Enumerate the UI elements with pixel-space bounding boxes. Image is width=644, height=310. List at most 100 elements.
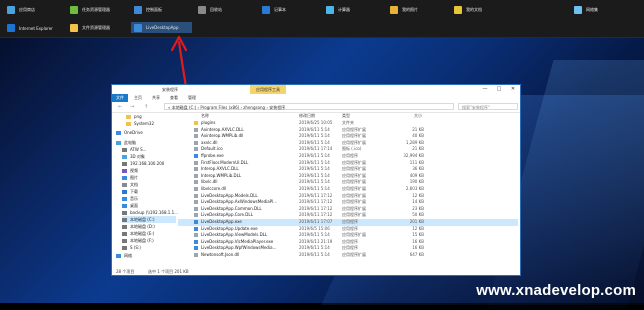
file-row[interactable]: Axinterop.WMPLib.dll 2019/6/11 5:14 应用程序扩展… bbox=[178, 133, 518, 140]
file-name: LiveDesktopApp.Common.DLL bbox=[201, 205, 262, 211]
file-size: 36 KB bbox=[412, 166, 424, 172]
sidebar-item[interactable]: 文档 bbox=[122, 181, 138, 188]
file-name: Interop.WMPLib.DLL bbox=[201, 172, 242, 178]
sidebar-item-label: S (S:) bbox=[130, 245, 141, 250]
file-row[interactable]: Interop.AXVLC.DLL 2019/6/11 5:14 应用程序扩展 36 … bbox=[178, 166, 518, 173]
file-row[interactable]: LiveDesktopApp.WpfWindowsMedia... 2019/6/… bbox=[178, 245, 518, 252]
sidebar-item[interactable]: 视频 bbox=[122, 167, 138, 174]
file-explorer-window: 安装程序 应用程序工具 — □ ✕ 文件 主页 共享 查看 管理 ← → ↑ «… bbox=[112, 85, 520, 275]
sidebar-item[interactable]: 本地磁盘 (E:) bbox=[122, 230, 154, 237]
sidebar-item[interactable]: S (S:) bbox=[122, 244, 141, 251]
column-header-name[interactable]: 名称 bbox=[201, 113, 209, 119]
file-name: LiveDesktopApp.AxWindowsMediaPl... bbox=[201, 199, 278, 205]
sidebar-item[interactable]: ATW S... bbox=[122, 146, 146, 153]
file-size: 21 KB bbox=[412, 126, 424, 132]
file-size: 12 KB bbox=[412, 225, 424, 231]
watermark: www.xnadevelop.com bbox=[476, 282, 636, 299]
sidebar-item[interactable]: backup (\\192.168.1.1... bbox=[122, 209, 178, 216]
tab-home[interactable]: 主页 bbox=[134, 94, 142, 102]
file-row[interactable]: ffprobe.exe 2019/6/11 5:14 应用程序 32,994 KB bbox=[178, 153, 518, 160]
sidebar-item-label: ATW S... bbox=[130, 147, 147, 152]
context-tab-app-tools[interactable]: 应用程序工具 bbox=[250, 85, 286, 94]
sidebar-item-label: 本地磁盘 (C:) bbox=[130, 217, 155, 222]
file-row[interactable]: plugins 2019/6/25 10:05 文件夹 bbox=[178, 120, 518, 127]
file-icon bbox=[194, 226, 198, 231]
file-row[interactable]: LiveDesktopApp.AxWindowsMediaPl... 2019/6… bbox=[178, 199, 518, 206]
sidebar-item[interactable]: 3D 对象 bbox=[122, 153, 145, 160]
sidebar-item[interactable]: 192.168.100.200 bbox=[122, 160, 164, 167]
file-date: 2019/6/11 5:14 bbox=[299, 179, 330, 185]
file-row[interactable]: Default.ico 2019/6/11 17:14 图标 (.ico) 21 KB bbox=[178, 146, 518, 153]
sidebar-item[interactable]: 本地磁盘 (F:) bbox=[122, 237, 154, 244]
file-size: 32,994 KB bbox=[403, 153, 424, 158]
file-date: 2019/6/11 17:12 bbox=[299, 205, 333, 211]
file-date: 2019/6/11 17:12 bbox=[299, 192, 333, 198]
file-name: plugins bbox=[201, 120, 216, 125]
maximize-button[interactable]: □ bbox=[492, 85, 506, 94]
sidebar-item[interactable]: png bbox=[126, 113, 142, 120]
sidebar-item[interactable]: 本地磁盘 (D:) bbox=[122, 223, 155, 230]
file-type: 应用程序 bbox=[342, 245, 358, 251]
sidebar-item-label: 本地磁盘 (F:) bbox=[130, 238, 154, 243]
file-size: 16 KB bbox=[412, 238, 424, 244]
up-button[interactable]: ↑ bbox=[144, 104, 148, 110]
close-button[interactable]: ✕ bbox=[506, 85, 520, 94]
sidebar-item-label: 视频 bbox=[130, 168, 138, 173]
file-type: 图标 (.ico) bbox=[342, 146, 362, 152]
sidebar-item-label: 下载 bbox=[130, 189, 138, 194]
column-header-size[interactable]: 大小 bbox=[414, 113, 422, 119]
tab-view[interactable]: 查看 bbox=[170, 94, 178, 102]
sidebar-item[interactable]: 图片 bbox=[122, 174, 138, 181]
sidebar-item[interactable]: 此电脑 bbox=[116, 139, 136, 146]
file-type: 应用程序扩展 bbox=[342, 199, 366, 205]
file-row[interactable]: LiveDesktopApp.ViewModels.DLL 2019/6/11 5… bbox=[178, 232, 518, 239]
file-icon bbox=[194, 134, 198, 139]
folder-icon bbox=[126, 122, 131, 126]
sidebar-item[interactable]: 网络 bbox=[116, 252, 132, 259]
file-icon bbox=[194, 193, 198, 198]
file-size: 409 KB bbox=[409, 172, 424, 178]
computer-icon bbox=[116, 141, 121, 145]
file-type: 应用程序扩展 bbox=[342, 186, 366, 191]
sidebar-item-label: 网络 bbox=[124, 253, 132, 258]
file-type: 应用程序扩展 bbox=[342, 232, 366, 238]
tab-file[interactable]: 文件 bbox=[112, 94, 128, 102]
column-header-date[interactable]: 修改日期 bbox=[299, 113, 315, 119]
file-size: 201 KB bbox=[409, 219, 424, 224]
drive-icon bbox=[122, 239, 127, 243]
column-header-type[interactable]: 类型 bbox=[342, 113, 350, 119]
file-date: 2019/6/11 21:19 bbox=[299, 238, 333, 244]
sidebar-item[interactable]: 下载 bbox=[122, 188, 138, 195]
file-date: 2019/6/11 5:14 bbox=[299, 126, 330, 132]
file-date: 2019/6/11 17:14 bbox=[299, 146, 333, 152]
file-icon bbox=[194, 220, 198, 224]
search-input[interactable]: 搜索"安装程序" bbox=[458, 103, 518, 110]
minimize-button[interactable]: — bbox=[478, 85, 492, 94]
file-row[interactable]: Newtonsoft.Json.dll 2019/6/11 5:14 应用程序扩展 6… bbox=[178, 252, 518, 259]
file-row[interactable]: LiveDesktopApp.Core.DLL 2019/6/11 17:12 应用… bbox=[178, 212, 518, 219]
sidebar-item[interactable]: OneDrive bbox=[116, 129, 143, 136]
drive-icon bbox=[122, 148, 127, 152]
sidebar-item[interactable]: 本地磁盘 (C:) bbox=[122, 216, 176, 223]
sidebar-item[interactable]: 桌面 bbox=[122, 202, 138, 209]
sidebar-item-label: 192.168.100.200 bbox=[130, 161, 165, 166]
file-icon bbox=[194, 213, 198, 218]
cloud-icon bbox=[116, 131, 121, 135]
file-row[interactable]: libvlccore.dll 2019/6/11 5:14 应用程序扩展 2,603 … bbox=[178, 186, 518, 193]
file-date: 2019/6/11 5:14 bbox=[299, 252, 330, 257]
drive-icon bbox=[122, 218, 127, 222]
breadcrumb[interactable]: « 本地磁盘 (C:) › Program Files (x86) › zhen… bbox=[164, 103, 454, 110]
tab-share[interactable]: 共享 bbox=[152, 94, 160, 102]
file-icon bbox=[194, 200, 198, 205]
video-icon bbox=[122, 169, 127, 173]
forward-button[interactable]: → bbox=[130, 104, 134, 110]
tab-manage[interactable]: 管理 bbox=[188, 94, 196, 102]
sidebar-item[interactable]: System32 bbox=[126, 120, 154, 127]
file-row[interactable]: libvlc.dll 2019/6/11 5:14 应用程序扩展 190 KB bbox=[178, 179, 518, 186]
file-date: 2019/6/11 5:14 bbox=[299, 159, 330, 165]
sidebar-item-label: 桌面 bbox=[130, 203, 138, 208]
file-name: LiveDesktopApp.Models.DLL bbox=[201, 192, 258, 198]
back-button[interactable]: ← bbox=[118, 104, 122, 110]
sidebar-item[interactable]: 音乐 bbox=[122, 195, 138, 202]
file-row[interactable]: LiveDesktopApp.exe 2019/6/11 17:07 应用程序 201… bbox=[178, 219, 518, 226]
